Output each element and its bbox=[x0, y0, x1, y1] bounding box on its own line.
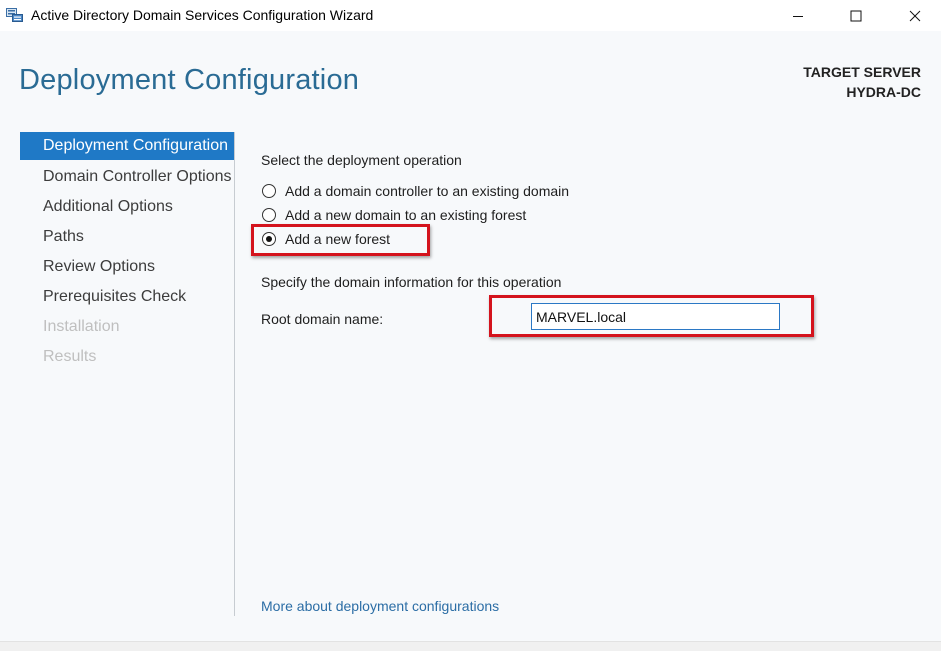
radio-button[interactable] bbox=[262, 208, 276, 222]
close-icon bbox=[909, 10, 921, 21]
root-domain-input[interactable] bbox=[531, 303, 780, 330]
wizard-nav: Deployment Configuration Domain Controll… bbox=[20, 132, 234, 372]
minimize-icon bbox=[793, 15, 803, 17]
nav-item-paths[interactable]: Paths bbox=[20, 222, 234, 252]
radio-button-selected[interactable] bbox=[262, 232, 276, 246]
maximize-icon bbox=[850, 10, 862, 21]
option-new-domain[interactable]: Add a new domain to an existing forest bbox=[262, 207, 526, 223]
target-server-name: HYDRA-DC bbox=[846, 84, 921, 100]
target-server-label: TARGET SERVER bbox=[803, 64, 921, 80]
more-about-link[interactable]: More about deployment configurations bbox=[261, 598, 499, 614]
option-label: Add a new forest bbox=[285, 231, 391, 247]
nav-divider bbox=[234, 132, 235, 616]
nav-item-prerequisites-check[interactable]: Prerequisites Check bbox=[20, 282, 234, 312]
page-title: Deployment Configuration bbox=[19, 64, 360, 96]
nav-item-results: Results bbox=[43, 348, 97, 365]
minimize-button[interactable] bbox=[775, 0, 821, 31]
option-label: Add a new domain to an existing forest bbox=[285, 207, 527, 223]
option-existing-domain[interactable]: Add a domain controller to an existing d… bbox=[262, 183, 569, 199]
domain-info-label: Specify the domain information for this … bbox=[261, 274, 562, 290]
radio-button[interactable] bbox=[262, 184, 276, 198]
title-bar: Active Directory Domain Services Configu… bbox=[0, 0, 941, 31]
nav-item-installation: Installation bbox=[43, 318, 120, 335]
footer-strip bbox=[0, 641, 941, 651]
nav-item-deployment-configuration[interactable]: Deployment Configuration bbox=[20, 132, 234, 160]
close-button[interactable] bbox=[892, 0, 938, 31]
nav-item-review-options[interactable]: Review Options bbox=[20, 252, 234, 282]
option-new-forest[interactable]: Add a new forest bbox=[262, 231, 390, 247]
window-title: Active Directory Domain Services Configu… bbox=[31, 7, 374, 23]
nav-item-domain-controller-options[interactable]: Domain Controller Options bbox=[20, 162, 234, 192]
wizard-body: Deployment Configuration TARGET SERVER H… bbox=[0, 31, 941, 641]
option-label: Add a domain controller to an existing d… bbox=[285, 183, 570, 199]
nav-item-additional-options[interactable]: Additional Options bbox=[20, 192, 234, 222]
operation-label: Select the deployment operation bbox=[261, 152, 462, 168]
root-domain-label: Root domain name: bbox=[261, 311, 384, 327]
server-icon bbox=[6, 8, 23, 22]
maximize-button[interactable] bbox=[833, 0, 879, 31]
